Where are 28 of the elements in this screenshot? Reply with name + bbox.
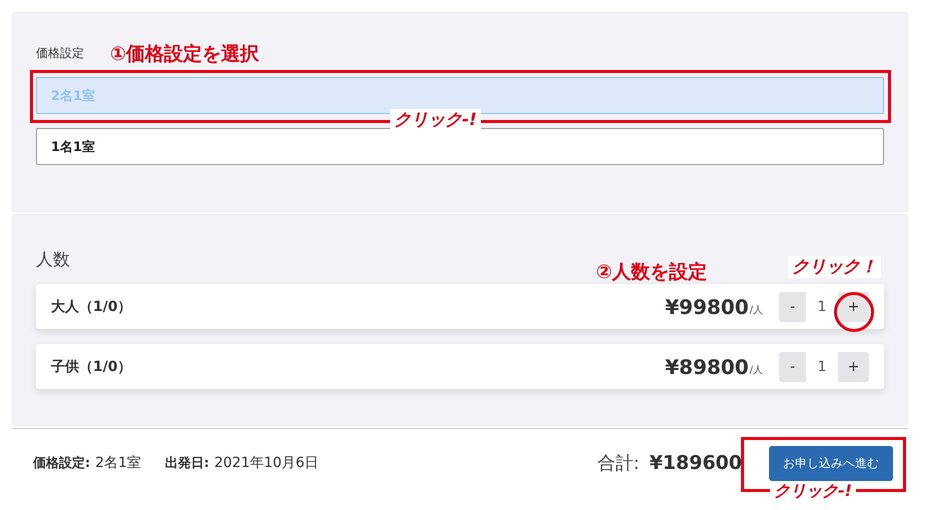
click-annotation: クリック！ xyxy=(788,256,881,278)
plus-button[interactable]: + xyxy=(838,352,869,382)
step-annotation: ②人数を設定 xyxy=(596,260,708,285)
click-annotation: クリック-! xyxy=(770,482,856,499)
field-label: 価格設定 xyxy=(36,45,84,62)
total-label: 合計: xyxy=(597,452,640,475)
price-unit: /人 xyxy=(750,364,763,376)
plus-button[interactable]: + xyxy=(838,292,869,322)
price: ¥89800 xyxy=(665,354,749,378)
count-value: 1 xyxy=(816,358,828,374)
apply-button[interactable]: お申し込みへ進む xyxy=(769,446,893,480)
person-label: 子供（1/0） xyxy=(51,358,132,376)
person-label: 大人（1/0） xyxy=(51,298,132,316)
count-value: 1 xyxy=(816,298,828,314)
minus-button[interactable]: - xyxy=(779,352,806,382)
summary-value: 2021年10月6日 xyxy=(214,454,319,472)
price: ¥99800 xyxy=(665,294,749,318)
step-annotation: ①価格設定を選択 xyxy=(110,42,260,67)
summary-value: 2名1室 xyxy=(95,454,142,472)
minus-button[interactable]: - xyxy=(779,292,806,322)
price-option[interactable]: 1名1室 xyxy=(36,128,884,165)
section-title: 人数 xyxy=(36,249,70,272)
highlight-circle xyxy=(834,292,874,332)
price-unit: /人 xyxy=(750,304,763,316)
total-amount: ¥189600 xyxy=(649,452,742,474)
summary-label: 価格設定: xyxy=(33,454,90,472)
summary-label: 出発日: xyxy=(165,455,210,472)
click-annotation: クリック-! xyxy=(390,109,481,131)
